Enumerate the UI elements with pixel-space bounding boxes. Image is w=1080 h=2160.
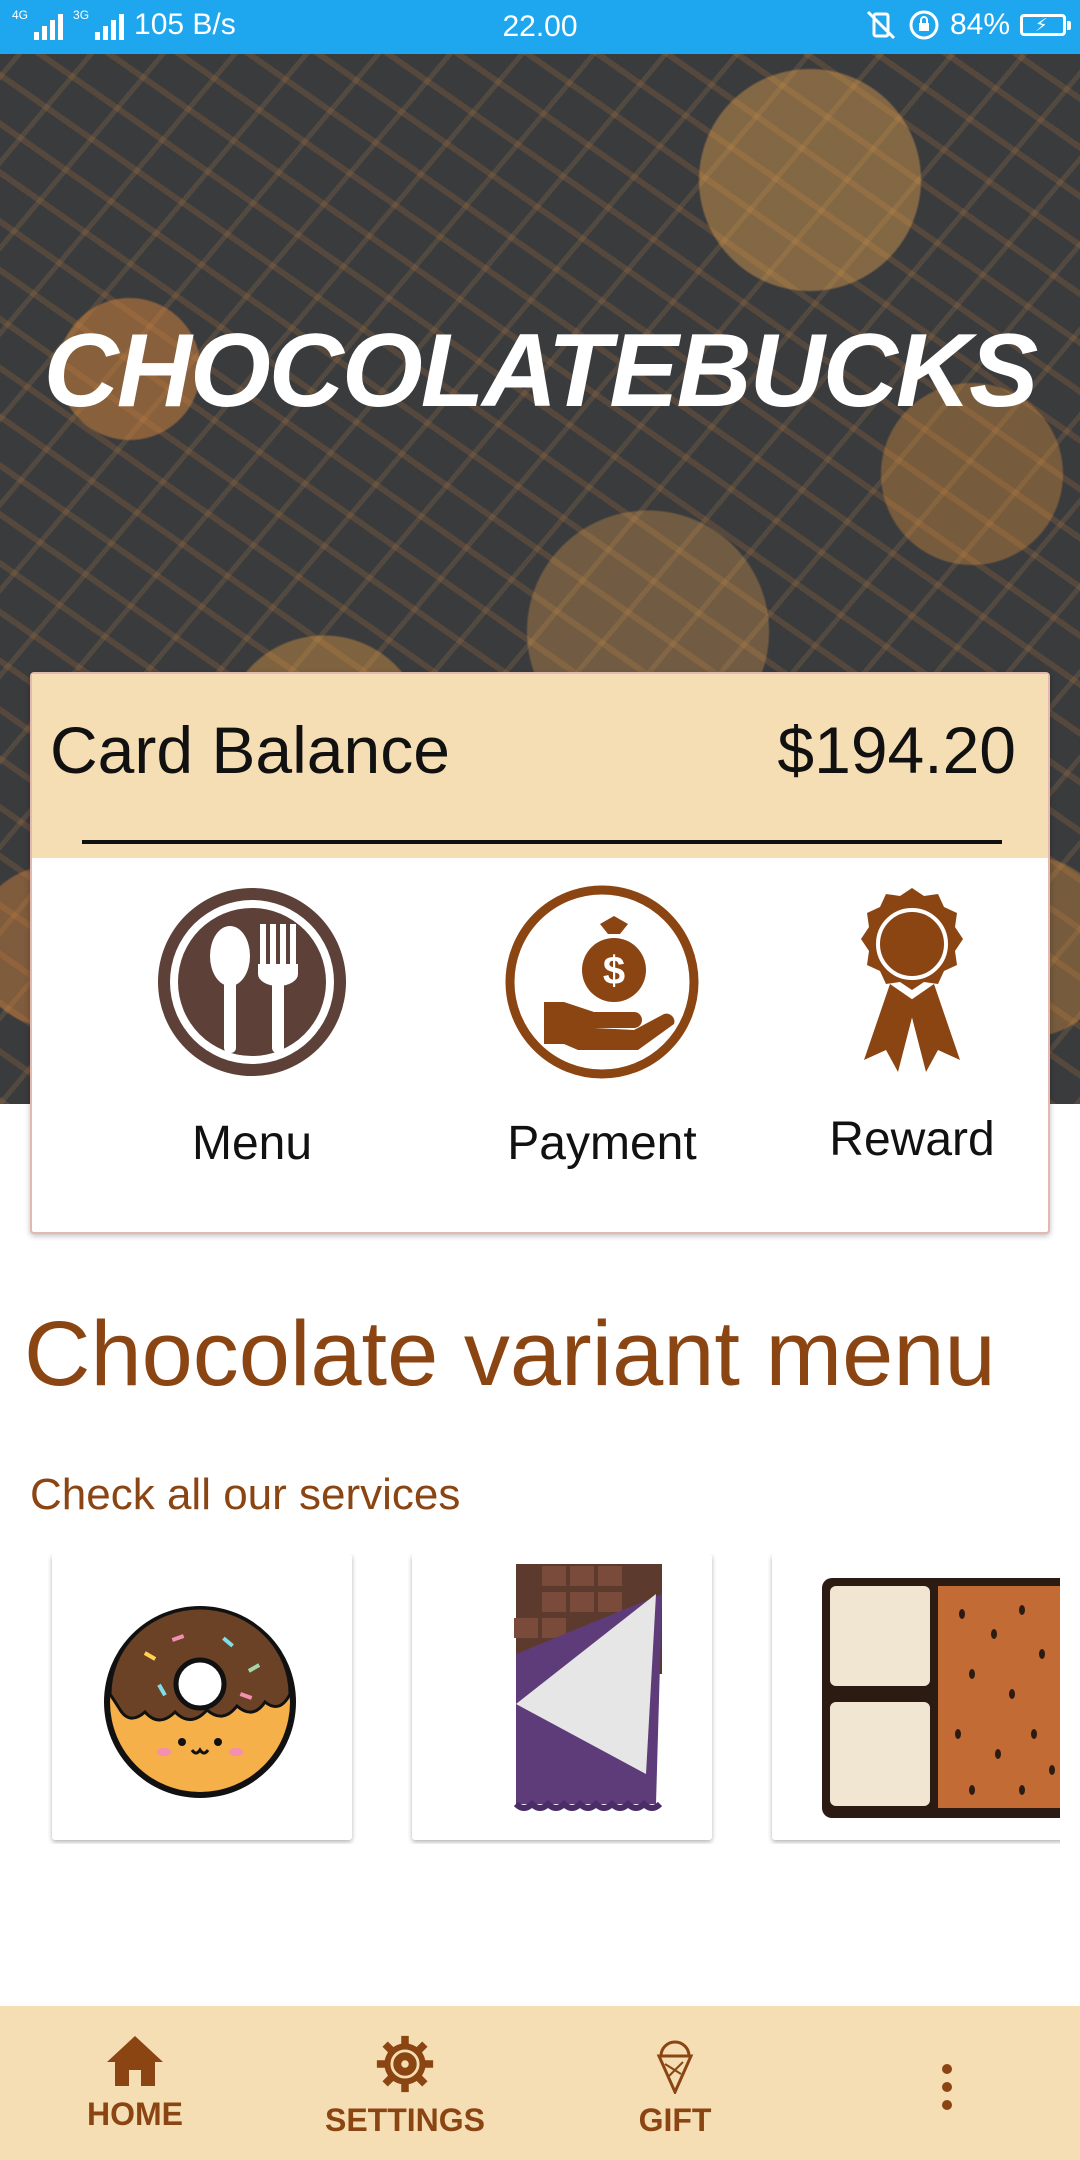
bottom-nav: HOME SETTINGS GIFT [0, 2006, 1080, 2160]
menu-label: Menu [191, 1117, 313, 1170]
status-right: 84% ⚡ [864, 8, 1071, 42]
balance-card: Card Balance $194.20 Menu $ Payment Rewa… [30, 672, 1050, 1234]
nav-gift[interactable]: GIFT [565, 2034, 785, 2139]
balance-header: Card Balance $194.20 [32, 674, 1048, 858]
gear-icon [376, 2035, 434, 2093]
menu-button[interactable]: Menu [112, 884, 392, 1171]
payment-label: Payment [507, 1117, 697, 1170]
payment-button[interactable]: $ Payment [462, 884, 742, 1171]
service-card-wafer[interactable] [772, 1554, 1060, 1840]
section-subtitle: Check all our services [30, 1470, 461, 1519]
ribbon-badge-icon [861, 888, 963, 1072]
nav-home-label: HOME [87, 2096, 183, 2132]
section-title: Chocolate variant menu [24, 1303, 996, 1405]
rotation-lock-icon [909, 10, 939, 40]
services-carousel[interactable] [0, 1554, 1060, 1844]
svg-text:$: $ [603, 949, 625, 993]
home-icon [107, 2036, 163, 2086]
card-balance-amount: $194.20 [777, 713, 1016, 787]
brand-title: CHOCOLATEBUCKS [43, 313, 1039, 429]
wafer-icon [822, 1578, 1060, 1818]
reward-button[interactable]: Reward [772, 884, 1052, 1167]
nav-settings-label: SETTINGS [324, 2102, 485, 2138]
service-card-donut[interactable] [52, 1554, 352, 1840]
money-bag-hand-icon: $ [505, 885, 699, 1079]
chocolate-bar-icon [513, 1564, 663, 1811]
fork-spoon-icon [158, 888, 346, 1076]
status-bar: 4G 3G 105 B/s 22.00 84% ⚡ [0, 0, 1080, 54]
battery-percent: 84% [949, 8, 1010, 41]
vibrate-off-icon [866, 10, 896, 40]
service-card-chocolate[interactable] [412, 1554, 712, 1840]
donut-icon [104, 1606, 296, 1798]
nav-gift-label: GIFT [638, 2102, 712, 2138]
more-vertical-icon[interactable] [942, 2064, 952, 2118]
reward-label: Reward [829, 1113, 995, 1166]
card-balance-label: Card Balance [50, 713, 450, 787]
battery-icon: ⚡ [1020, 14, 1071, 36]
divider [82, 840, 1002, 844]
ice-cream-icon [656, 2040, 694, 2094]
nav-home[interactable]: HOME [25, 2034, 245, 2133]
nav-settings[interactable]: SETTINGS [295, 2034, 515, 2139]
